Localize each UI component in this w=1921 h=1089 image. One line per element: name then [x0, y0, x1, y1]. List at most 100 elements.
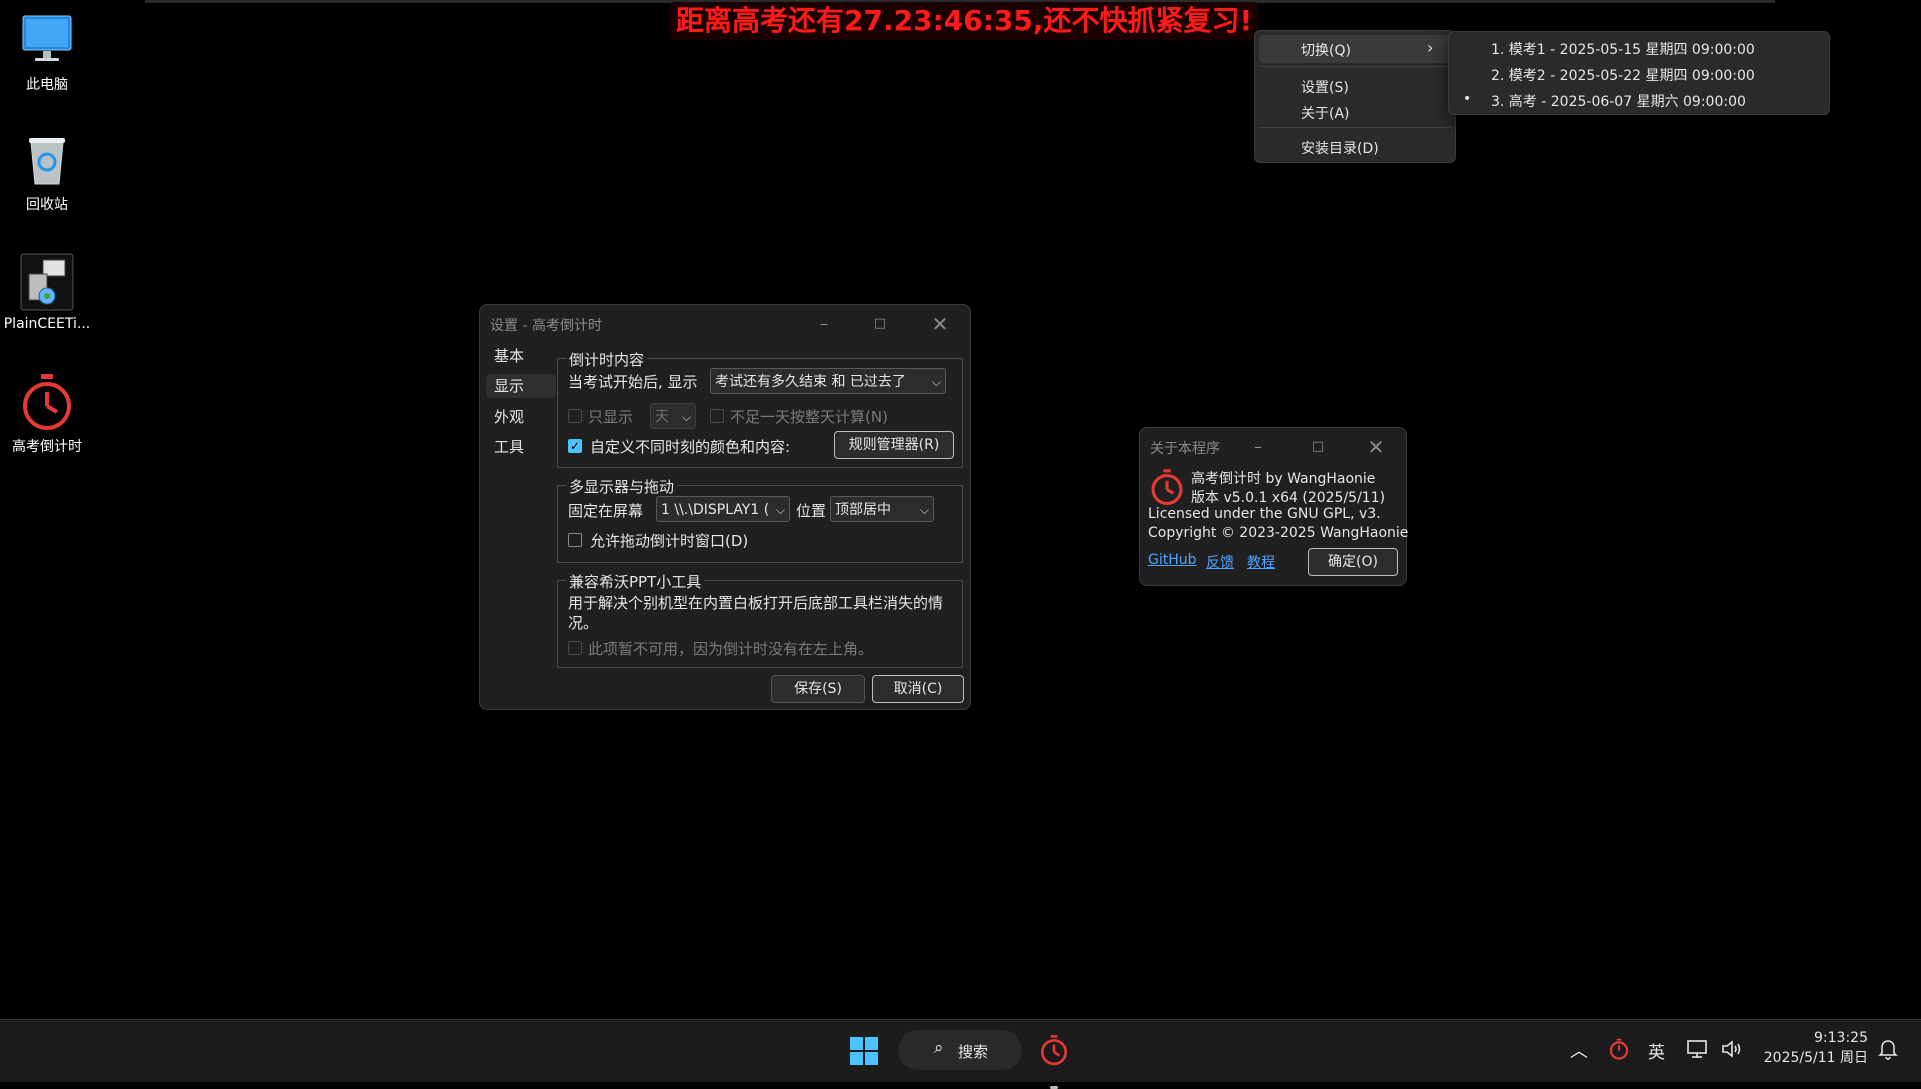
stopwatch-icon — [17, 372, 77, 432]
maximize-button[interactable]: □ — [869, 313, 891, 335]
combo-value: 天 — [655, 409, 669, 425]
volume-icon[interactable] — [1720, 1038, 1744, 1060]
chevron-up-icon[interactable]: ︿ — [1570, 1037, 1588, 1063]
network-icon[interactable] — [1686, 1038, 1710, 1060]
submenu-item-mock1[interactable]: 1. 模考1 - 2025-05-15 星期四 09:00:00 — [1491, 39, 1755, 59]
chevron-down-icon: ⌵ — [775, 503, 785, 517]
about-titlebar[interactable]: 关于本程序 – □ ✕ — [1140, 428, 1406, 466]
notification-bell-icon[interactable] — [1878, 1038, 1898, 1060]
countdown-banner[interactable]: 距离高考还有27.23:46:35,还不快抓紧复习! — [670, 2, 1259, 40]
group-legend: 兼容希沃PPT小工具 — [566, 571, 705, 592]
clock[interactable]: 9:13:25 2025/5/11 周日 — [1756, 1028, 1868, 1068]
desktop-icon-label: 回收站 — [26, 197, 68, 213]
combo-value: 考试还有多久结束 和 已过去了 — [715, 374, 906, 390]
screen-combo[interactable]: 1 \\.\DISPLAY1 ( ⌵ — [656, 496, 790, 522]
submenu-item-gaokao[interactable]: 3. 高考 - 2025-06-07 星期六 09:00:00 — [1491, 91, 1746, 111]
minimize-button[interactable]: – — [1247, 436, 1269, 458]
chevron-down-icon: ⌵ — [681, 410, 691, 424]
feedback-link[interactable]: 反馈 — [1206, 552, 1234, 572]
chevron-down-icon: ⌵ — [931, 375, 941, 389]
desktop-icon-plainceeti[interactable]: PlainCEETi... — [2, 252, 92, 332]
custom-colors-label: 自定义不同时刻的颜色和内容: — [590, 438, 791, 456]
window-title: 设置 - 高考倒计时 — [490, 318, 602, 334]
switch-submenu: 1. 模考1 - 2025-05-15 星期四 09:00:00 2. 模考2 … — [1448, 31, 1830, 115]
less-than-day-checkbox[interactable] — [710, 409, 724, 423]
ok-button[interactable]: 确定(O) — [1308, 548, 1398, 576]
menu-item-install-dir[interactable]: 安装目录(D) — [1301, 138, 1379, 158]
close-button[interactable]: ✕ — [929, 313, 951, 335]
settings-window: 设置 - 高考倒计时 – □ ✕ 基本 显示 外观 工具 倒计时内容 当考试开始… — [479, 304, 971, 710]
search-icon: ⌕ — [934, 1038, 944, 1058]
tutorial-link[interactable]: 教程 — [1247, 552, 1275, 572]
desktop-icon-label: 高考倒计时 — [12, 439, 82, 455]
menu-item-switch[interactable]: 切换(Q) — [1301, 40, 1351, 60]
position-label: 位置 — [796, 502, 827, 520]
selected-bullet-icon: • — [1463, 91, 1472, 107]
after-start-label: 当考试开始后, 显示 — [568, 373, 698, 391]
clock-time: 9:13:25 — [1814, 1030, 1868, 1046]
submenu-item-mock2[interactable]: 2. 模考2 - 2025-05-22 星期四 09:00:00 — [1491, 65, 1755, 85]
menu-item-about[interactable]: 关于(A) — [1301, 103, 1350, 123]
seewo-checkbox[interactable] — [568, 641, 582, 655]
desktop-icon-recycle-bin[interactable]: 回收站 — [2, 130, 92, 214]
menu-item-highlight — [1259, 35, 1451, 63]
group-legend: 倒计时内容 — [566, 349, 648, 370]
installer-icon — [17, 252, 77, 312]
less-than-day-label: 不足一天按整天计算(N) — [730, 408, 888, 426]
desktop-icon-this-pc[interactable]: 此电脑 — [2, 10, 92, 94]
after-start-combo[interactable]: 考试还有多久结束 和 已过去了 ⌵ — [710, 368, 946, 394]
about-window: 关于本程序 – □ ✕ 高考倒计时 by WangHaonie 版本 v5.0.… — [1139, 427, 1409, 586]
nav-basic[interactable]: 基本 — [486, 344, 556, 368]
about-app-name: 高考倒计时 by WangHaonie — [1191, 471, 1376, 487]
desktop-icon-label: PlainCEETi... — [3, 316, 91, 332]
tray-countdown-icon[interactable] — [1608, 1038, 1630, 1060]
chevron-down-icon: ⌵ — [919, 503, 929, 517]
about-version: 版本 v5.0.1 x64 (2025/5/11) — [1191, 490, 1386, 506]
cancel-button[interactable]: 取消(C) — [872, 675, 964, 703]
monitor-icon — [17, 10, 77, 70]
settings-titlebar[interactable]: 设置 - 高考倒计时 – □ ✕ — [480, 305, 970, 343]
start-button[interactable] — [849, 1036, 879, 1066]
clock-date: 2025/5/11 周日 — [1763, 1050, 1868, 1066]
nav-tools[interactable]: 工具 — [486, 435, 556, 459]
github-link[interactable]: GitHub — [1148, 552, 1197, 568]
menu-item-settings[interactable]: 设置(S) — [1301, 77, 1349, 97]
menu-separator — [1259, 66, 1451, 67]
position-combo[interactable]: 顶部居中 ⌵ — [830, 496, 934, 522]
window-title: 关于本程序 — [1150, 441, 1220, 457]
combo-value: 顶部居中 — [835, 502, 891, 518]
close-button[interactable]: ✕ — [1365, 436, 1387, 458]
ime-indicator[interactable]: 英 — [1648, 1038, 1665, 1063]
search-label: 搜索 — [958, 1043, 989, 1061]
taskbar-app-countdown[interactable] — [1038, 1034, 1070, 1089]
maximize-button[interactable]: □ — [1307, 436, 1329, 458]
tray-context-menu: 切换(Q) › 设置(S) 关于(A) 安装目录(D) — [1254, 30, 1456, 163]
custom-colors-checkbox[interactable]: ✓ — [568, 439, 582, 453]
countdown-content-group: 倒计时内容 当考试开始后, 显示 考试还有多久结束 和 已过去了 ⌵ 只显示 天… — [557, 349, 963, 468]
multi-display-group: 多显示器与拖动 固定在屏幕 1 \\.\DISPLAY1 ( ⌵ 位置 顶部居中… — [557, 476, 963, 563]
save-button[interactable]: 保存(S) — [771, 675, 865, 703]
allow-drag-checkbox[interactable] — [568, 533, 582, 547]
taskbar: ⌕ 搜索 ︿ 英 9:13:25 2025/5/11 周日 — [0, 1019, 1921, 1089]
search-box[interactable]: ⌕ 搜索 — [898, 1030, 1022, 1070]
minimize-button[interactable]: – — [813, 313, 835, 335]
seewo-description: 用于解决个别机型在内置白板打开后底部工具栏消失的情况。 — [568, 594, 944, 632]
desktop-icon-countdown[interactable]: 高考倒计时 — [2, 372, 92, 456]
nav-appearance[interactable]: 外观 — [486, 405, 556, 429]
stopwatch-icon — [1040, 1035, 1068, 1066]
allow-drag-label: 允许拖动倒计时窗口(D) — [590, 532, 749, 550]
recycle-bin-icon — [17, 130, 77, 190]
seewo-ppt-group: 兼容希沃PPT小工具 用于解决个别机型在内置白板打开后底部工具栏消失的情况。 此… — [557, 571, 963, 668]
desktop-icon-label: 此电脑 — [26, 77, 68, 93]
only-show-checkbox[interactable] — [568, 409, 582, 423]
windows-logo-icon — [850, 1037, 878, 1065]
about-copyright: Copyright © 2023-2025 WangHaonie — [1148, 525, 1409, 541]
nav-display[interactable]: 显示 — [486, 374, 556, 398]
fixed-screen-label: 固定在屏幕 — [568, 502, 644, 520]
menu-separator — [1259, 127, 1451, 128]
group-legend: 多显示器与拖动 — [566, 476, 678, 497]
only-show-combo[interactable]: 天 ⌵ — [650, 403, 696, 429]
chevron-right-icon: › — [1427, 38, 1434, 57]
rules-manager-button[interactable]: 规则管理器(R) — [834, 431, 954, 459]
only-show-label: 只显示 — [588, 408, 634, 426]
